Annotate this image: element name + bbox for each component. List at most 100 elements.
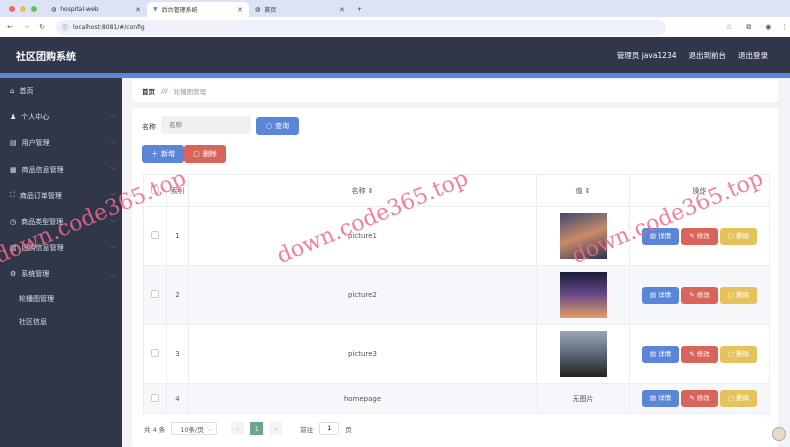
page-size-select[interactable]: 10条/页 ⌄: [171, 422, 218, 435]
plus-icon: ＋: [151, 150, 158, 158]
sidebar: ⌂ 首页 ♟ 个人中心 ﹀ ▤ 用户管理 ﹀ ▦ 商品信息管理 ﹀ ⛶ 商品订单管理 ﹀ ◷ 商品类型管理 ﹀ ▥…: [0, 78, 122, 447]
header-index: 索引: [166, 174, 189, 207]
address-bar: ← → ↻ ⓘ localhost:8081/#/config ☆ ⧉ ◉ ⋮: [0, 17, 790, 37]
header-actions: 操作: [629, 174, 770, 207]
close-icon[interactable]: ✕: [135, 6, 141, 14]
browser-tab[interactable]: ◍ 首页 ✕: [249, 2, 351, 17]
cell-name: homepage: [188, 383, 537, 414]
browser-tabbar: ◍ hospital-web ✕ ▼ 后台管理系统 ✕ ◍ 首页 ✕ +: [0, 0, 790, 17]
assistant-avatar[interactable]: [772, 427, 786, 441]
row-checkbox[interactable]: [151, 349, 159, 357]
page-button[interactable]: 1: [250, 422, 264, 435]
thumbnail-image[interactable]: [559, 331, 607, 377]
exit-to-front-link[interactable]: 退出到前台: [689, 50, 727, 61]
chevron-down-icon: ﹀: [109, 245, 116, 253]
separator-icon: ///: [161, 87, 168, 95]
sidebar-item[interactable]: ▦ 商品信息管理 ﹀: [0, 157, 122, 183]
prev-page-button[interactable]: ‹: [231, 422, 245, 435]
select-all-checkbox[interactable]: [151, 185, 159, 194]
row-checkbox[interactable]: [151, 290, 159, 298]
menu-icon[interactable]: ⋮: [781, 23, 788, 31]
edit-button[interactable]: ✎ 修改: [681, 227, 718, 245]
chart-icon: ▥: [10, 244, 17, 253]
row-checkbox[interactable]: [151, 393, 159, 402]
user-icon: ♟: [10, 113, 17, 122]
edit-button[interactable]: ✎ 修改: [681, 286, 718, 304]
sidebar-item[interactable]: ◷ 商品类型管理 ﹀: [0, 209, 122, 235]
edit-button[interactable]: ✎ 修改: [681, 345, 718, 363]
sidebar-item[interactable]: ⚙ 系统管理 ︿: [0, 261, 122, 287]
close-icon[interactable]: ✕: [237, 6, 243, 14]
back-icon[interactable]: ←: [4, 23, 16, 31]
search-icon: ○: [265, 122, 273, 130]
detail-button[interactable]: ▤ 详情: [642, 227, 679, 245]
browser-tab[interactable]: ◍ hospital-web ✕: [45, 2, 147, 17]
goto-label: 前往: [300, 425, 314, 434]
logout-link[interactable]: 退出登录: [738, 50, 768, 61]
sidebar-item-label: 用户管理: [21, 139, 50, 148]
delete-button[interactable]: ▢ 删除: [720, 227, 757, 245]
reload-icon[interactable]: ↻: [36, 23, 48, 31]
close-icon[interactable]: ✕: [339, 6, 345, 14]
add-button[interactable]: ＋新增: [142, 145, 184, 163]
cell-index: 3: [166, 324, 189, 384]
cell-name: picture2: [188, 265, 537, 325]
sidebar-item[interactable]: ♟ 个人中心 ﹀: [0, 104, 122, 130]
header-name[interactable]: 名称 ⇕: [188, 174, 537, 207]
delete-button[interactable]: ▢ 删除: [720, 286, 757, 304]
chevron-up-icon: ︿: [109, 271, 116, 279]
clipboard-icon: ▦: [10, 165, 17, 174]
thumbnail-image[interactable]: [559, 213, 607, 259]
breadcrumb-home[interactable]: 首页: [142, 86, 155, 96]
cell-value: 无图片: [572, 394, 594, 403]
info-icon: ⓘ: [62, 24, 69, 32]
table-row: 3 picture3 ▤ 详情 ✎ 修改 ▢ 删除: [143, 324, 770, 384]
globe-icon: ◍: [255, 6, 261, 13]
sidebar-item-label: 个人中心: [21, 113, 50, 122]
detail-button[interactable]: ▤ 详情: [642, 390, 679, 407]
sidebar-item-label: 团购信息管理: [21, 244, 64, 253]
cell-name: picture1: [188, 206, 537, 266]
search-input[interactable]: [161, 116, 251, 134]
thumbnail-image[interactable]: [559, 272, 607, 318]
frame-icon: ⛶: [10, 191, 15, 200]
edit-button[interactable]: ✎ 修改: [681, 390, 718, 407]
home-icon: ⌂: [10, 87, 15, 96]
data-table: 索引 名称 ⇕ 值 ⇕ 操作 1 picture1 ▤ 详情 ✎ 修改 ▢ 删除 2 pic…: [143, 174, 770, 414]
delete-button[interactable]: ▢ 删除: [720, 390, 757, 407]
star-icon[interactable]: ☆: [726, 23, 732, 31]
detail-button[interactable]: ▤ 详情: [642, 345, 679, 363]
sidebar-subitem[interactable]: 社区信息: [0, 311, 122, 334]
cell-index: 2: [166, 265, 189, 325]
forward-icon[interactable]: →: [20, 23, 32, 31]
delete-button[interactable]: ▢ 删除: [720, 345, 757, 363]
cell-index: 4: [166, 383, 189, 414]
search-button[interactable]: ○ 查询: [256, 117, 299, 135]
browser-tab-active[interactable]: ▼ 后台管理系统 ✕: [147, 2, 249, 17]
next-page-button[interactable]: ›: [269, 422, 283, 435]
row-checkbox[interactable]: [151, 231, 159, 239]
batch-delete-button[interactable]: ▢ 删除: [184, 145, 226, 163]
gear-icon: ⚙: [10, 270, 17, 279]
profile-icon[interactable]: ◉: [765, 23, 771, 31]
sidebar-item[interactable]: ▤ 用户管理 ﹀: [0, 130, 122, 156]
page-suffix: 页: [345, 425, 352, 434]
sidebar-item-label: 首页: [19, 87, 34, 96]
globe-icon: ◍: [51, 6, 57, 13]
sidebar-item-label: 商品信息管理: [21, 165, 64, 174]
sidebar-item[interactable]: ⌂ 首页: [0, 78, 122, 104]
vue-icon: ▼: [153, 6, 158, 13]
sidebar-item[interactable]: ▥ 团购信息管理 ﹀: [0, 235, 122, 261]
extensions-icon[interactable]: ⧉: [746, 23, 751, 32]
total-count: 共 4 条: [144, 425, 166, 434]
sidebar-item[interactable]: ⛶ 商品订单管理 ﹀: [0, 183, 122, 209]
table-row: 4 homepage 无图片 ▤ 详情 ✎ 修改 ▢ 删除: [143, 383, 770, 414]
detail-button[interactable]: ▤ 详情: [642, 286, 679, 304]
new-tab-button[interactable]: +: [351, 2, 365, 17]
header-value[interactable]: 值 ⇕: [536, 174, 630, 207]
goto-page-input[interactable]: [319, 422, 340, 435]
app-title: 社区团购系统: [16, 51, 76, 63]
url-input[interactable]: ⓘ localhost:8081/#/config: [56, 19, 666, 35]
chevron-down-icon: ﹀: [109, 167, 116, 175]
sidebar-subitem[interactable]: 轮播图管理: [0, 288, 122, 311]
